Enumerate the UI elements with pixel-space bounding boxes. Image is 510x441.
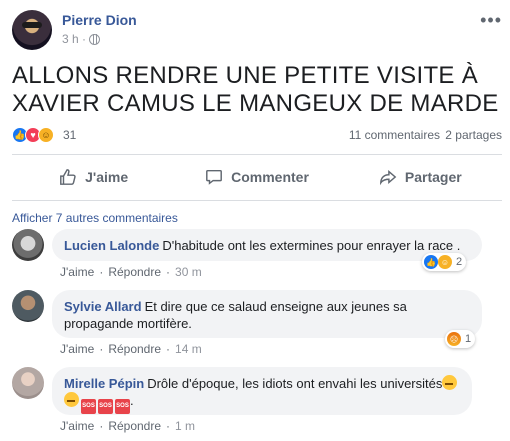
like-label: J'aime <box>85 169 129 185</box>
post-meta: 3 h · <box>62 32 101 46</box>
comment-reply-link[interactable]: Répondre <box>108 342 161 356</box>
share-button[interactable]: Partager <box>339 155 502 199</box>
divider <box>12 200 502 201</box>
comment-text-end: . <box>130 393 134 408</box>
commenter-name[interactable]: Mirelle Pépin <box>64 376 144 391</box>
more-icon[interactable]: ••• <box>480 10 502 31</box>
comment: Mirelle Pépin Drôle d'époque, les idiots … <box>12 367 502 435</box>
globe-icon <box>89 33 101 45</box>
author-name[interactable]: Pierre Dion <box>62 12 137 28</box>
sos-emoji-icon: SOS <box>115 399 130 414</box>
comment-actions: J'aime · Répondre · 1 m <box>60 419 196 433</box>
reaction-icons[interactable]: 👍 ♥ ☺ <box>12 127 54 143</box>
post-header: Pierre Dion 3 h · ••• <box>0 0 510 56</box>
haha-reaction-icon: ☺ <box>438 255 452 269</box>
comment-icon <box>206 169 223 185</box>
comment-time[interactable]: 30 m <box>175 265 202 279</box>
comment-like-link[interactable]: J'aime <box>60 265 94 279</box>
like-button[interactable]: J'aime <box>12 155 175 199</box>
thinking-emoji-icon <box>64 392 79 407</box>
comment-like-link[interactable]: J'aime <box>60 342 94 356</box>
post-time[interactable]: 3 h · <box>62 32 86 46</box>
comment-label: Commenter <box>231 169 309 185</box>
comment-reply-link[interactable]: Répondre <box>108 419 161 433</box>
avatar[interactable] <box>12 290 44 322</box>
commenter-name[interactable]: Sylvie Allard <box>64 299 142 314</box>
comment-reply-link[interactable]: Répondre <box>108 265 161 279</box>
comment-bubble: Lucien Lalonde D'habitude ont les extermi… <box>52 229 482 261</box>
sos-emoji-icon: SOS <box>81 399 96 414</box>
comment-actions: J'aime · Répondre · 14 m <box>60 342 202 356</box>
comment-button[interactable]: Commenter <box>175 155 338 199</box>
comment-bubble: Mirelle Pépin Drôle d'époque, les idiots … <box>52 367 472 415</box>
comment-time[interactable]: 14 m <box>175 342 202 356</box>
thinking-emoji-icon <box>442 375 458 390</box>
comment-time[interactable]: 1 m <box>175 419 195 433</box>
comment-text: Drôle d'époque, les idiots ont envahi le… <box>147 376 443 391</box>
post-text: ALLONS RENDRE UNE PETITE VISITE À XAVIER… <box>12 62 499 117</box>
comment-like-link[interactable]: J'aime <box>60 419 94 433</box>
angry-reaction-icon: ☹ <box>447 332 461 346</box>
reaction-count: 2 <box>456 256 463 268</box>
comment-reactions[interactable]: 👍 ☺ 2 <box>422 253 467 271</box>
comment-bubble: Sylvie Allard Et dire que ce salaud ensei… <box>52 290 482 338</box>
reaction-count[interactable]: 31 <box>63 128 76 142</box>
comments-count[interactable]: 11 commentaires <box>349 128 440 142</box>
like-icon <box>60 169 76 185</box>
comment-reactions[interactable]: ☹ 1 <box>445 330 476 348</box>
shares-count[interactable]: 2 partages <box>445 128 502 142</box>
sos-emoji-icon: SOS <box>98 399 113 414</box>
commenter-name[interactable]: Lucien Lalonde <box>64 238 159 253</box>
reaction-count: 1 <box>465 333 472 345</box>
view-more-comments-link[interactable]: Afficher 7 autres commentaires <box>12 211 178 225</box>
avatar[interactable] <box>12 367 44 399</box>
avatar[interactable] <box>12 229 44 261</box>
comment-text: D'habitude ont les extermines pour enray… <box>162 238 461 253</box>
haha-reaction-icon: ☺ <box>38 127 54 143</box>
comment: Lucien Lalonde D'habitude ont les extermi… <box>12 229 502 281</box>
author-avatar[interactable] <box>12 10 52 50</box>
share-label: Partager <box>404 169 462 185</box>
share-icon <box>379 170 397 186</box>
like-reaction-icon: 👍 <box>424 255 438 269</box>
reactions-summary: 👍 ♥ ☺ 31 11 commentaires 2 partages <box>12 127 502 145</box>
comment-actions: J'aime · Répondre · 30 m <box>60 265 202 279</box>
comment: Sylvie Allard Et dire que ce salaud ensei… <box>12 290 502 358</box>
actions-bar: J'aime Commenter Partager <box>12 155 502 199</box>
